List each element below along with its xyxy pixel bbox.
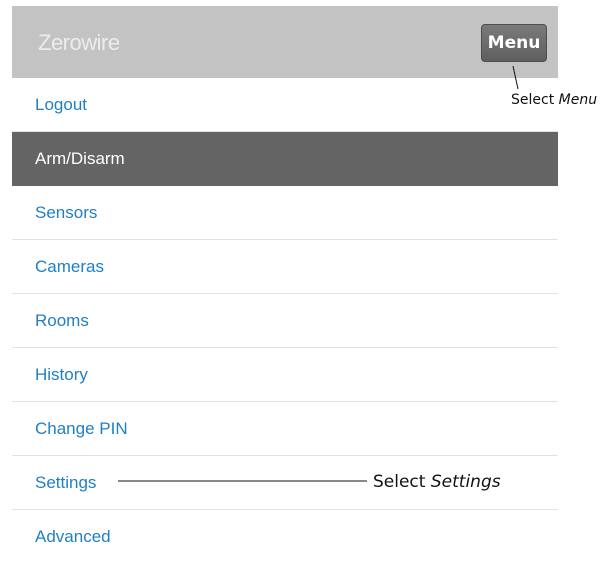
menu-item-logout[interactable]: Logout xyxy=(12,78,558,132)
callout-select-settings-prefix: Select xyxy=(373,472,431,492)
callout-select-menu-emphasis: Menu xyxy=(558,92,598,108)
app-header: Zerowire Menu xyxy=(12,6,558,78)
callout-select-menu: Select Menu xyxy=(511,92,597,108)
callout-select-menu-prefix: Select xyxy=(511,92,559,108)
menu-item-change-pin[interactable]: Change PIN xyxy=(12,402,558,456)
menu-button[interactable]: Menu xyxy=(481,24,547,62)
menu-item-rooms[interactable]: Rooms xyxy=(12,294,558,348)
menu-item-history[interactable]: History xyxy=(12,348,558,402)
menu-item-cameras[interactable]: Cameras xyxy=(12,240,558,294)
callout-select-settings: Select Settings xyxy=(373,472,501,492)
menu-item-sensors[interactable]: Sensors xyxy=(12,186,558,240)
menu-item-advanced[interactable]: Advanced xyxy=(12,510,558,558)
menu-item-arm-disarm[interactable]: Arm/Disarm xyxy=(12,132,558,186)
app-title: Zerowire xyxy=(38,30,120,55)
callout-select-settings-emphasis: Settings xyxy=(430,472,501,492)
